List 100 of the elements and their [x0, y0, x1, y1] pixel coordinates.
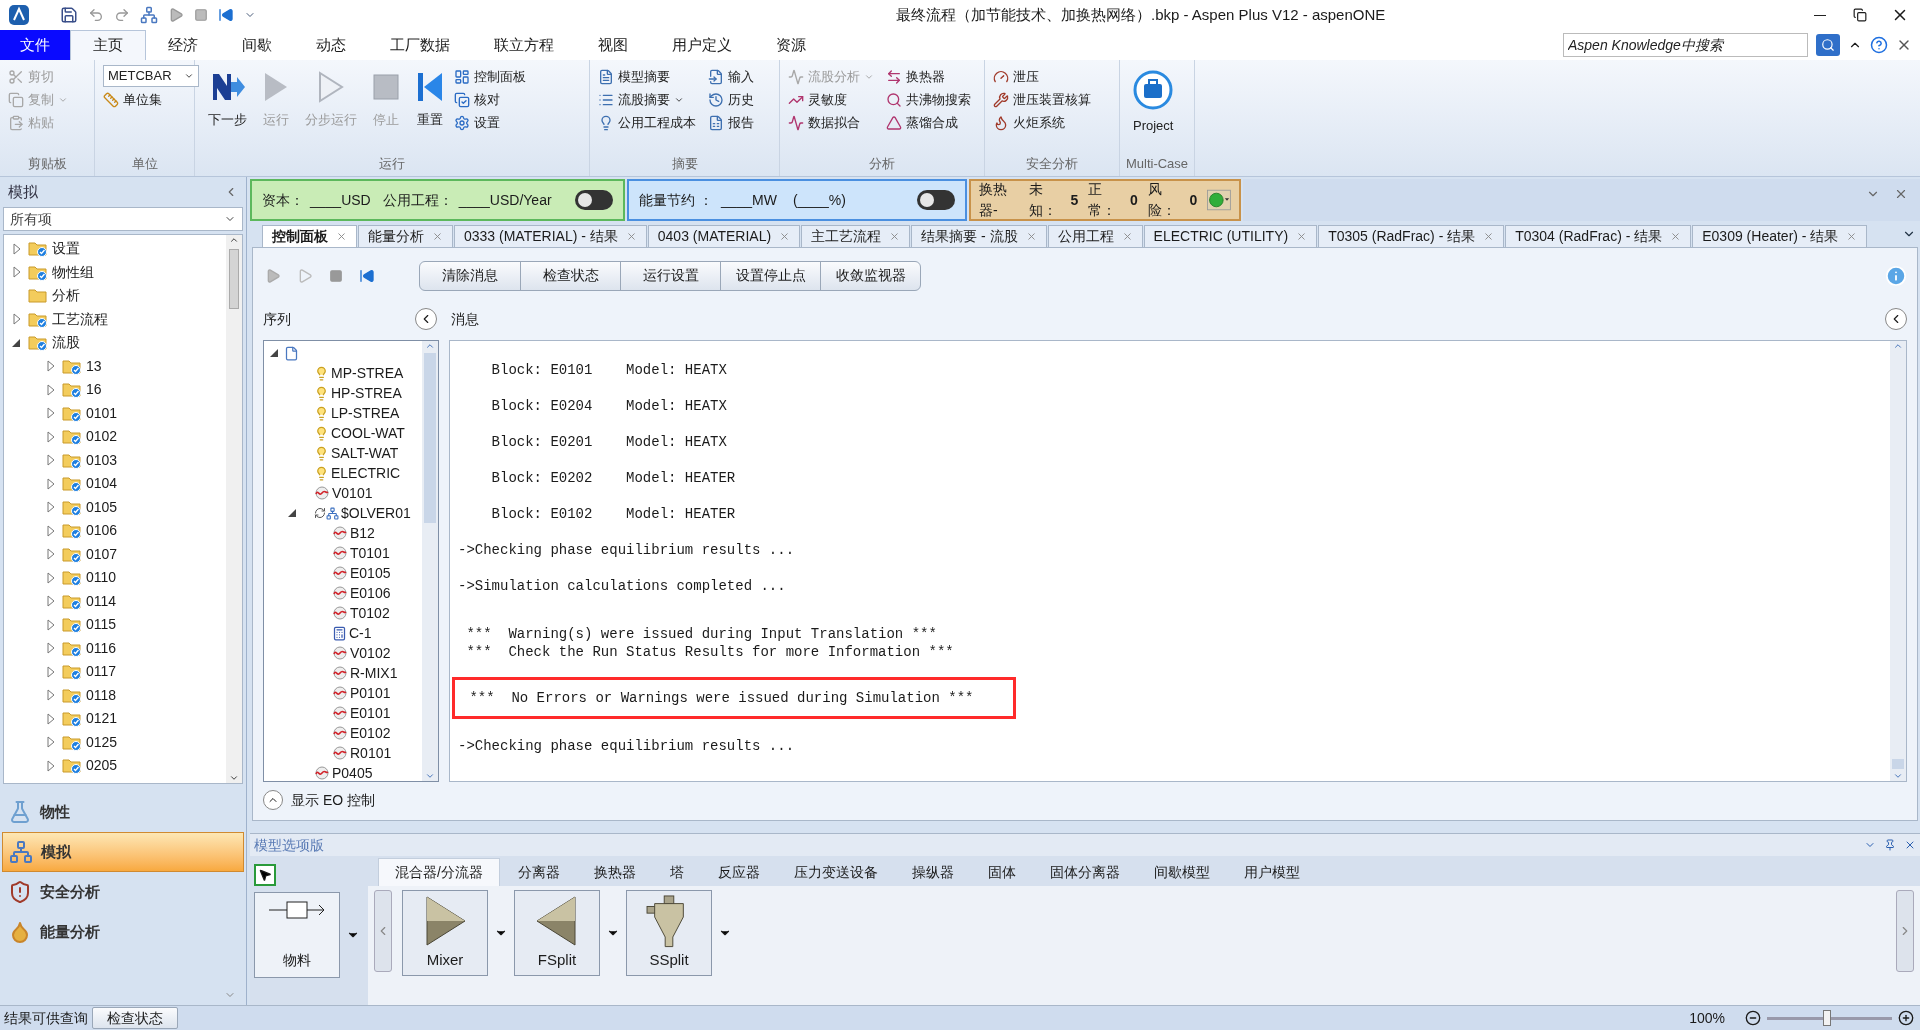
- scroll-thumb[interactable]: [229, 249, 239, 309]
- scrollbar[interactable]: [422, 341, 438, 781]
- sequence-item[interactable]: P0101: [350, 682, 391, 704]
- check-status-button[interactable]: 检查状态: [92, 1007, 178, 1029]
- ribbon-button[interactable]: 重置: [410, 64, 450, 146]
- reset-icon[interactable]: [359, 267, 375, 284]
- ribbon-button[interactable]: 灵敏度: [788, 88, 874, 111]
- sequence-item[interactable]: B12: [350, 522, 375, 544]
- save-icon[interactable]: [60, 6, 78, 24]
- toolbar-button[interactable]: 清除消息: [420, 261, 520, 290]
- tree-item[interactable]: 0115: [86, 614, 117, 636]
- status-indicator-icon[interactable]: [1207, 188, 1231, 212]
- palette-tab[interactable]: 操纵器: [895, 858, 970, 886]
- redo-icon[interactable]: [114, 7, 130, 23]
- flowsheet-icon[interactable]: [140, 6, 158, 24]
- tree-item[interactable]: 0105: [86, 496, 118, 518]
- sequence-item[interactable]: R-MIX1: [350, 662, 398, 684]
- palette-tab[interactable]: 塔: [653, 858, 700, 886]
- document-tab[interactable]: 公用工程: [1047, 225, 1143, 247]
- sequence-item[interactable]: P0405: [332, 762, 373, 781]
- ribbon-button[interactable]: 数据拟合: [788, 111, 874, 134]
- scrollbar[interactable]: [226, 235, 242, 783]
- scroll-thumb[interactable]: [424, 353, 436, 523]
- ribbon-button[interactable]: 下一步: [203, 64, 252, 146]
- document-tab[interactable]: 0333 (MATERIAL) - 结果: [454, 225, 647, 247]
- document-tab[interactable]: 能量分析: [358, 225, 453, 247]
- palette-item[interactable]: 物料: [254, 892, 340, 978]
- tree-item[interactable]: 分析: [52, 285, 80, 307]
- menu-tab[interactable]: 用户定义: [650, 30, 754, 60]
- document-tab[interactable]: 控制面板: [262, 225, 357, 247]
- nav-item[interactable]: 能量分析: [2, 912, 244, 952]
- sequence-item[interactable]: SALT-WAT: [331, 442, 399, 464]
- ribbon-button[interactable]: 流股摘要: [598, 88, 696, 111]
- palette-tab[interactable]: 反应器: [701, 858, 776, 886]
- tree-item[interactable]: 工艺流程: [52, 308, 108, 330]
- tree-item[interactable]: 0118: [86, 684, 117, 706]
- tree-item[interactable]: 16: [86, 379, 102, 401]
- menu-tab[interactable]: 资源: [754, 30, 828, 60]
- nav-item[interactable]: 物性: [2, 792, 244, 832]
- tree-item[interactable]: 0125: [86, 731, 118, 753]
- scrollbar[interactable]: [1890, 341, 1906, 781]
- units-dropdown[interactable]: METCBAR: [103, 65, 199, 87]
- toolbar-button[interactable]: 检查状态: [520, 261, 620, 290]
- sequence-item[interactable]: HP-STREA: [331, 382, 402, 404]
- sequence-item[interactable]: ELECTRIC: [331, 462, 401, 484]
- palette-tab[interactable]: 压力变送设备: [777, 858, 894, 886]
- stop-icon[interactable]: [329, 268, 343, 283]
- sequence-item[interactable]: V0102: [350, 642, 391, 664]
- sequence-item[interactable]: V0101: [332, 482, 373, 504]
- sequence-item[interactable]: LP-STREA: [331, 402, 400, 424]
- play-icon[interactable]: [265, 267, 281, 284]
- document-tab[interactable]: 主工艺流程: [801, 225, 911, 247]
- ribbon-button[interactable]: 火炬系统: [993, 111, 1091, 134]
- zoom-out-icon[interactable]: [1745, 1010, 1761, 1026]
- info-icon[interactable]: [1885, 264, 1907, 287]
- toggle-switch[interactable]: [917, 190, 955, 210]
- sequence-item[interactable]: COOL-WAT: [331, 422, 405, 444]
- palette-item[interactable]: SSplit: [626, 890, 712, 976]
- play-outline-icon[interactable]: [297, 267, 313, 284]
- sequence-item[interactable]: E0102: [350, 722, 391, 744]
- scroll-thumb[interactable]: [1892, 759, 1904, 769]
- close-icon[interactable]: [1894, 187, 1908, 201]
- tree-item[interactable]: 设置: [52, 238, 80, 260]
- tree-item[interactable]: 0103: [86, 449, 118, 471]
- sequence-item[interactable]: T0102: [350, 602, 390, 624]
- sequence-item[interactable]: $OLVER01: [341, 502, 411, 524]
- document-tab[interactable]: 0403 (MATERIAL): [647, 225, 801, 247]
- sequence-item[interactable]: MP-STREA: [331, 362, 404, 384]
- tree-item[interactable]: 0121: [86, 708, 118, 730]
- nav-item[interactable]: 安全分析: [2, 872, 244, 912]
- expand-button[interactable]: [263, 790, 283, 810]
- document-tab[interactable]: T0304 (RadFrac) - 结果: [1505, 225, 1692, 247]
- menu-tab[interactable]: 经济: [146, 30, 220, 60]
- ribbon-button[interactable]: 控制面板: [454, 65, 526, 88]
- palette-item[interactable]: Mixer: [402, 890, 488, 976]
- tree-item[interactable]: 0116: [86, 637, 117, 659]
- ribbon-button[interactable]: 换热器: [886, 65, 971, 88]
- undo-icon[interactable]: [88, 7, 104, 23]
- tree-item[interactable]: 0107: [86, 543, 118, 565]
- tree-item[interactable]: 0101: [86, 402, 118, 424]
- ribbon-button[interactable]: 泄压: [993, 65, 1091, 88]
- toggle-switch[interactable]: [575, 190, 613, 210]
- sequence-item[interactable]: R0101: [350, 742, 392, 764]
- zoom-in-icon[interactable]: [1898, 1010, 1914, 1026]
- ribbon-button[interactable]: 公用工程成本: [598, 111, 696, 134]
- tree-item[interactable]: 0106: [86, 520, 118, 542]
- sequence-item[interactable]: C-1: [349, 622, 372, 644]
- document-tab[interactable]: E0309 (Heater) - 结果: [1692, 225, 1868, 247]
- collapse-button[interactable]: [415, 308, 437, 330]
- palette-tab[interactable]: 固体: [971, 858, 1032, 886]
- tree-item[interactable]: 0114: [86, 590, 117, 612]
- filter-dropdown[interactable]: 所有项: [3, 207, 243, 231]
- palette-tab[interactable]: 固体分离器: [1033, 858, 1136, 886]
- search-button[interactable]: [1816, 34, 1840, 56]
- app-logo-icon[interactable]: [8, 4, 30, 26]
- ribbon-button[interactable]: 单位集: [103, 88, 199, 111]
- sequence-item[interactable]: E0106: [350, 582, 391, 604]
- tree-item[interactable]: 0102: [86, 426, 118, 448]
- nav-item[interactable]: 模拟: [2, 832, 244, 872]
- ribbon-button[interactable]: 泄压装置核算: [993, 88, 1091, 111]
